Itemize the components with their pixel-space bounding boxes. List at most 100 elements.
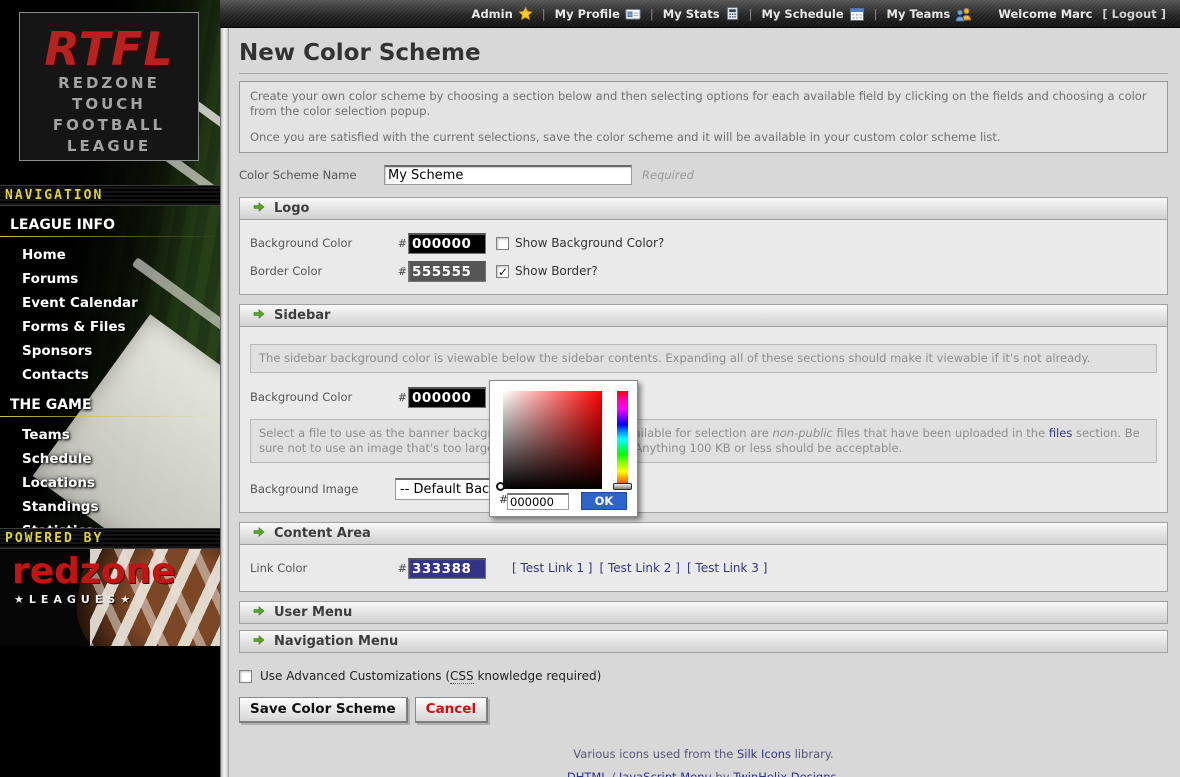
vcard-icon (625, 6, 641, 22)
footer-text: . (836, 770, 840, 777)
sidebar-item-forums[interactable]: Forums (0, 267, 220, 291)
sidebar-item-teams[interactable]: Teams (0, 423, 220, 447)
section-title: Content Area (274, 526, 371, 541)
sidebar-item-sponsors[interactable]: Sponsors (0, 339, 220, 363)
field-row-sidebar-background: Background Color # 000000 (250, 383, 1157, 411)
name-label: Color Scheme Name (239, 168, 384, 182)
green-arrow-icon (253, 308, 265, 324)
advanced-customizations-label: Use Advanced Customizations (CSS knowled… (260, 669, 601, 683)
menu-item-my-stats[interactable]: My Stats (663, 6, 740, 21)
sidebar-item-locations[interactable]: Locations (0, 471, 220, 495)
redzone-leagues-text: ★LEAGUES★ (14, 593, 135, 606)
section-header-content-area[interactable]: Content Area (239, 522, 1168, 545)
intro-paragraph: Once you are satisfied with the current … (250, 130, 1157, 145)
menu-item-label: My Schedule (761, 7, 843, 21)
field-row-background-image: Background Image -- Default Background -… (250, 475, 1157, 503)
green-arrow-icon (253, 526, 265, 542)
intro-box: Create your own color scheme by choosing… (239, 81, 1168, 153)
picker-hex-input[interactable] (507, 493, 569, 510)
section-title: Navigation Menu (274, 634, 398, 649)
saturation-value-gradient[interactable] (503, 391, 602, 489)
sidebar-item-contacts[interactable]: Contacts (0, 363, 220, 387)
menu-item-my-schedule[interactable]: My Schedule (761, 6, 864, 22)
cancel-button[interactable]: Cancel (415, 697, 488, 723)
test-link-2[interactable]: [ Test Link 2 ] (599, 561, 679, 575)
redzone-leagues-logo[interactable]: redzone ★LEAGUES★ (0, 549, 220, 646)
menu-separator: | (542, 7, 546, 21)
menu-separator: | (749, 7, 753, 21)
menu-separator: | (874, 7, 878, 21)
green-arrow-icon (253, 605, 265, 621)
twinhelix-link[interactable]: TwinHelix Designs (733, 770, 836, 777)
menu-rule (0, 236, 220, 237)
section-header-logo[interactable]: Logo (239, 197, 1168, 220)
sidebar-item-event-calendar[interactable]: Event Calendar (0, 291, 220, 315)
menu-rule (0, 416, 220, 417)
color-scheme-name-input[interactable] (384, 165, 632, 185)
field-row-logo-border: Border Color # 555555 Show Border? (250, 257, 1157, 285)
footer-text: Various icons used from the (573, 747, 737, 761)
hue-strip[interactable] (617, 391, 628, 487)
link-color-swatch[interactable]: 333388 (408, 558, 486, 579)
sidebar-menu: LEAGUE INFO Home Forums Event Calendar F… (0, 207, 220, 543)
note-text-italic: non-public (772, 426, 832, 440)
logo-background-color-swatch[interactable]: 000000 (408, 233, 486, 254)
color-picker-popup: # OK (489, 380, 638, 517)
sidebar-item-standings[interactable]: Standings (0, 495, 220, 519)
menu-item-label: My Teams (887, 7, 951, 21)
show-border-checkbox[interactable] (496, 265, 509, 278)
top-menu-bar: Admin | My Profile | My Stats | My Sched… (220, 0, 1180, 28)
frame-divider-scrollbar[interactable] (220, 28, 229, 777)
sidebar-item-forms-files[interactable]: Forms & Files (0, 315, 220, 339)
advanced-customizations-checkbox[interactable] (239, 670, 252, 683)
menu-item-my-teams[interactable]: My Teams (887, 6, 973, 22)
required-hint: Required (642, 168, 694, 182)
menu-separator: | (650, 7, 654, 21)
silk-icons-link[interactable]: Silk Icons (737, 747, 791, 761)
section-body-content-area: Link Color # 333388 [ Test Link 1 ] [ Te… (239, 545, 1168, 592)
color-selector-ring[interactable] (496, 482, 505, 491)
show-background-checkbox[interactable] (496, 237, 509, 250)
section-title: Logo (274, 201, 309, 216)
sidebar-item-home[interactable]: Home (0, 243, 220, 267)
save-color-scheme-button[interactable]: Save Color Scheme (239, 697, 408, 723)
test-link-3[interactable]: [ Test Link 3 ] (687, 561, 767, 575)
files-link[interactable]: files (1049, 426, 1073, 440)
menu-heading-the-game: THE GAME (10, 397, 220, 413)
menu-item-my-profile[interactable]: My Profile (555, 6, 641, 22)
logout-link[interactable]: [ Logout ] (1102, 7, 1166, 21)
label-text: Use Advanced Customizations ( (260, 669, 450, 683)
sidebar-item-schedule[interactable]: Schedule (0, 447, 220, 471)
checkbox-label: Show Background Color? (515, 236, 664, 250)
footer-credits-menu: DHTML / JavaScript Menu by TwinHelix Des… (239, 770, 1168, 777)
section-header-user-menu[interactable]: User Menu (239, 601, 1168, 624)
field-label: Border Color (250, 264, 395, 278)
section-header-sidebar[interactable]: Sidebar (239, 304, 1168, 327)
action-buttons: Save Color Scheme Cancel (239, 697, 1168, 723)
test-link-1[interactable]: [ Test Link 1 ] (512, 561, 592, 575)
footer-text: by (712, 770, 733, 777)
menu-item-admin[interactable]: Admin (472, 6, 533, 21)
field-row-logo-background: Background Color # 000000 Show Backgroun… (250, 229, 1157, 257)
css-abbr: CSS (450, 669, 474, 684)
league-logo: RTFL REDZONE TOUCH FOOTBALL LEAGUE (19, 12, 199, 161)
hue-slider-handle[interactable] (613, 483, 632, 490)
section-title: User Menu (274, 605, 352, 620)
ok-button[interactable]: OK (581, 492, 627, 510)
sidebar-background-color-swatch[interactable]: 000000 (408, 387, 486, 408)
group-icon (955, 6, 972, 22)
section-body-logo: Background Color # 000000 Show Backgroun… (239, 220, 1168, 295)
javascript-menu-link[interactable]: JavaScript Menu (619, 770, 712, 777)
footer-text: / (608, 770, 619, 777)
topbar-user-area: Welcome Marc [ Logout ] (998, 7, 1166, 21)
menu-item-label: Admin (472, 7, 513, 21)
star-icon (518, 6, 533, 21)
hex-hash: # (395, 237, 407, 250)
dhtml-link[interactable]: DHTML (567, 770, 608, 777)
sidebar: RTFL REDZONE TOUCH FOOTBALL LEAGUE NAVIG… (0, 0, 220, 777)
calculator-icon (725, 6, 740, 21)
powered-by-banner: POWERED BY (0, 528, 220, 549)
logo-border-color-swatch[interactable]: 555555 (408, 261, 486, 282)
section-header-navigation-menu[interactable]: Navigation Menu (239, 630, 1168, 653)
redzone-wordmark: redzone (12, 551, 176, 592)
